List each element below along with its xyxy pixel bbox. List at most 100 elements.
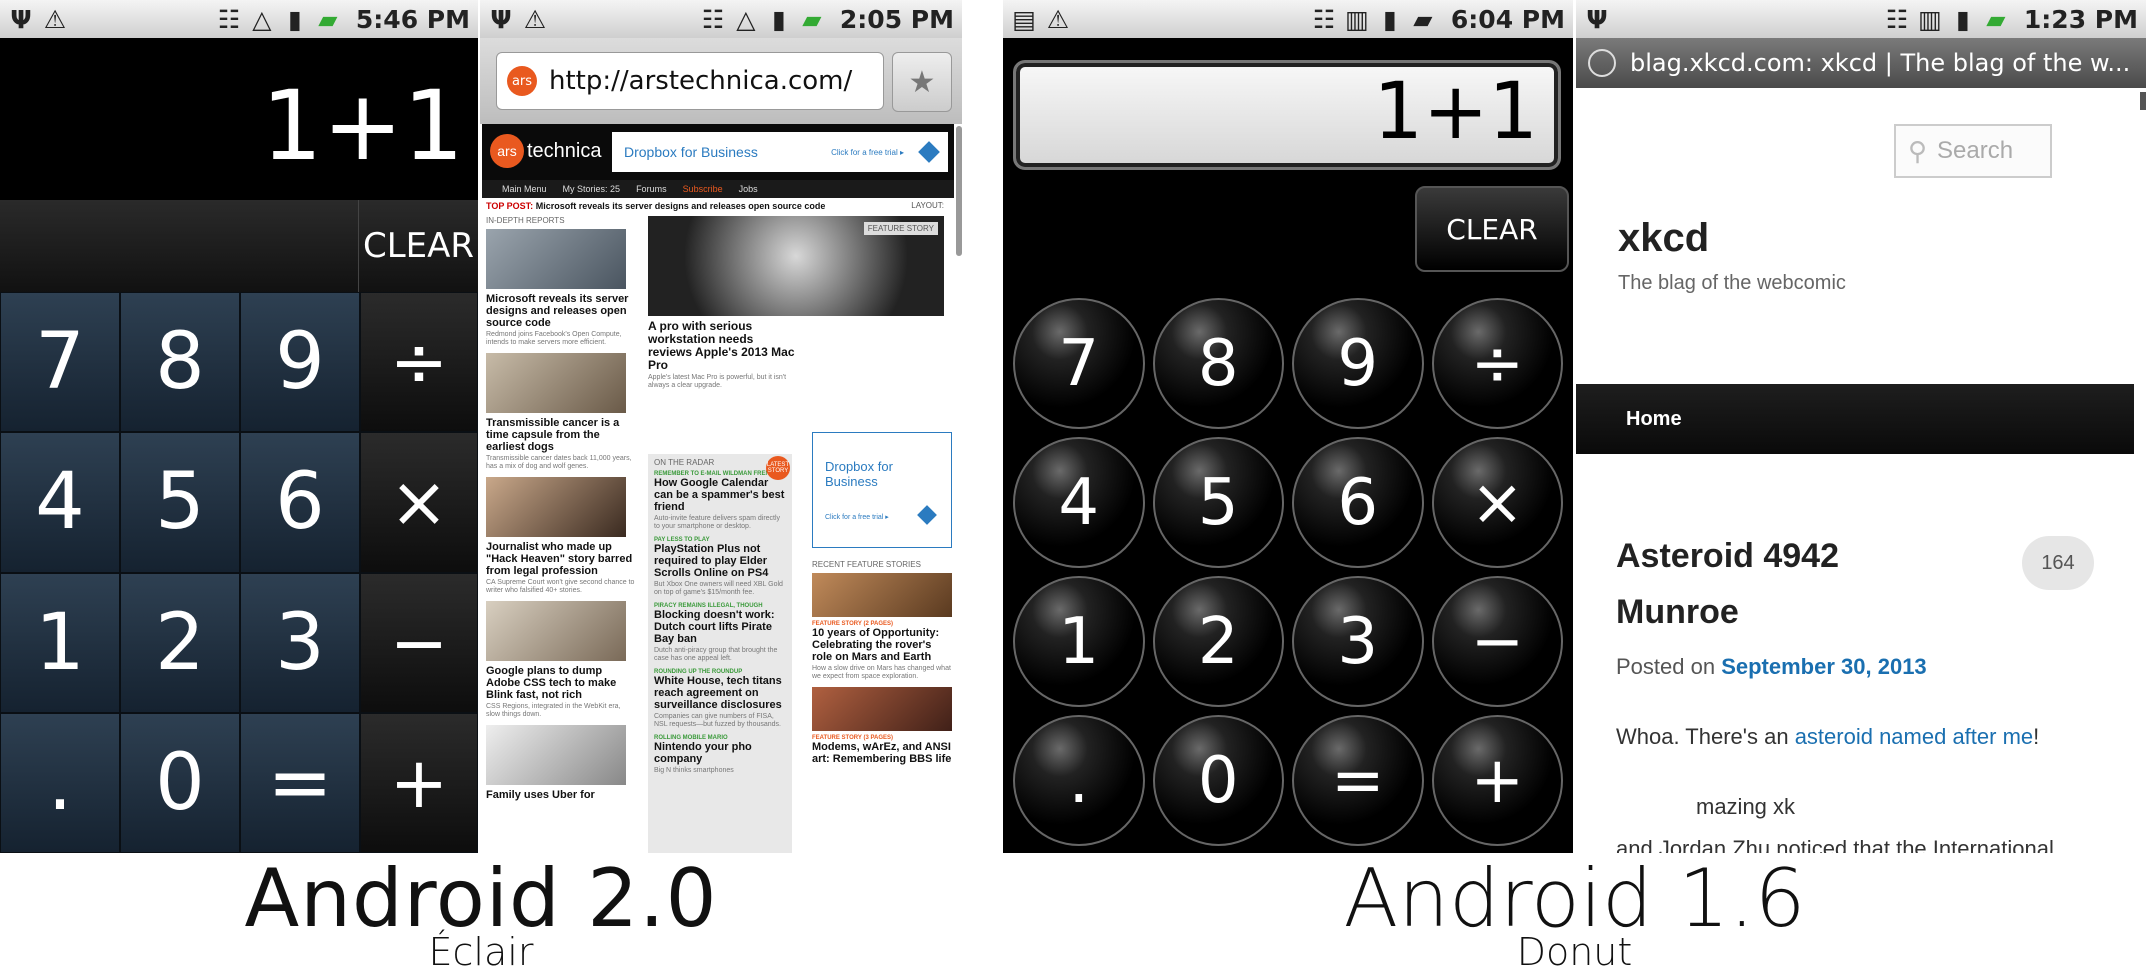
key-minus[interactable]: − bbox=[360, 572, 478, 713]
list-item[interactable]: ROLLING MOBILE MARIO Nintendo your pho c… bbox=[654, 735, 786, 775]
key-1[interactable]: 1 bbox=[1013, 576, 1145, 707]
network-icon: △ bbox=[736, 4, 756, 34]
status-bar: Ψ ⚠ ☷ △ ▮ ▰ 2:05 PM bbox=[480, 0, 962, 38]
key-5[interactable]: 5 bbox=[1152, 437, 1284, 568]
asteroid-link[interactable]: asteroid named after me bbox=[1795, 724, 2033, 749]
key-plus[interactable]: + bbox=[360, 712, 478, 853]
nav-jobs[interactable]: Jobs bbox=[739, 184, 758, 194]
key-1[interactable]: 1 bbox=[0, 572, 120, 713]
posted-on-label: Posted on bbox=[1616, 654, 1716, 679]
site-tagline: The blag of the webcomic bbox=[1618, 272, 1846, 294]
scrollbar[interactable] bbox=[2140, 92, 2146, 110]
key-4[interactable]: 4 bbox=[0, 432, 120, 573]
key-multiply[interactable]: × bbox=[360, 432, 478, 573]
list-item[interactable]: FEATURE STORY (3 PAGES) Modems, wArEz, a… bbox=[812, 687, 952, 765]
key-5[interactable]: 5 bbox=[120, 432, 240, 573]
top-post[interactable]: TOP POST: Microsoft reveals its server d… bbox=[486, 201, 825, 211]
recent-label: RECENT FEATURE STORIES bbox=[812, 560, 921, 569]
search-input[interactable]: ⚲ Search bbox=[1894, 124, 2052, 178]
title-bar[interactable]: blag.xkcd.com: xkcd | The blag of the w.… bbox=[1576, 38, 2146, 88]
sync-icon: ☷ bbox=[1312, 4, 1336, 34]
key-9[interactable]: 9 bbox=[1292, 298, 1424, 429]
sidebar-ad[interactable]: Dropbox for Business Click for a free tr… bbox=[812, 432, 952, 548]
nav-subscribe[interactable]: Subscribe bbox=[683, 184, 723, 194]
ars-logo[interactable]: ars technica bbox=[490, 134, 602, 168]
key-divide[interactable]: ÷ bbox=[360, 292, 478, 433]
article-thumbnail bbox=[486, 477, 626, 537]
banner-ad[interactable]: Dropbox for Business Click for a free tr… bbox=[612, 132, 948, 172]
status-time: 2:05 PM bbox=[839, 4, 954, 34]
nav-forums[interactable]: Forums bbox=[636, 184, 667, 194]
on-the-radar: LATEST STORY ON THE RADAR REMEMBER TO E-… bbox=[648, 454, 792, 853]
feature-text[interactable]: A pro with serious workstation needs rev… bbox=[648, 320, 798, 390]
key-decimal[interactable]: . bbox=[1013, 715, 1145, 846]
warning-icon: ⚠ bbox=[1046, 4, 1070, 34]
nav-my-stories[interactable]: My Stories: 25 bbox=[563, 184, 621, 194]
network-icon: △ bbox=[252, 4, 272, 34]
web-page[interactable]: ars technica Dropbox for Business Click … bbox=[482, 124, 954, 853]
url-field[interactable]: ars http://arstechnica.com/ bbox=[496, 52, 884, 110]
sync-icon: ☷ bbox=[217, 4, 241, 34]
list-item[interactable]: Microsoft reveals its server designs and… bbox=[486, 229, 636, 347]
list-item[interactable]: ROUNDING UP THE ROUNDUP White House, tec… bbox=[654, 669, 786, 729]
key-9[interactable]: 9 bbox=[240, 292, 360, 433]
key-decimal[interactable]: . bbox=[0, 712, 120, 853]
ars-logo-orb: ars bbox=[490, 134, 524, 168]
web-page[interactable]: ⚲ Search xkcd The blag of the webcomic H… bbox=[1576, 88, 2146, 853]
comment-count-badge[interactable]: 164 bbox=[2022, 536, 2094, 590]
key-8[interactable]: 8 bbox=[120, 292, 240, 433]
list-item[interactable]: FEATURE STORY (2 PAGES) 10 years of Oppo… bbox=[812, 573, 952, 681]
clear-button[interactable]: CLEAR bbox=[358, 200, 478, 292]
list-item[interactable]: Journalist who made up "Hack Heaven" sto… bbox=[486, 477, 636, 595]
article-thumbnail bbox=[486, 601, 626, 661]
site-name[interactable]: xkcd bbox=[1618, 216, 1709, 261]
recent-thumbnail bbox=[812, 687, 952, 731]
list-item[interactable]: Family uses Uber for bbox=[486, 725, 636, 801]
warning-icon: ⚠ bbox=[43, 4, 67, 34]
key-2[interactable]: 2 bbox=[1152, 576, 1284, 707]
feature-image[interactable]: FEATURE STORY bbox=[648, 216, 944, 316]
scrollbar[interactable] bbox=[956, 126, 962, 256]
key-divide[interactable]: ÷ bbox=[1431, 298, 1563, 429]
key-6[interactable]: 6 bbox=[240, 432, 360, 573]
key-minus[interactable]: − bbox=[1431, 576, 1563, 707]
list-item[interactable]: Transmissible cancer is a time capsule f… bbox=[486, 353, 636, 471]
recent-title: Modems, wArEz, and ANSI art: Remembering… bbox=[812, 741, 952, 765]
list-item[interactable]: REMEMBER TO E-MAIL WILDMAN FRENCH How Go… bbox=[654, 471, 786, 531]
post-title[interactable]: Asteroid 4942 Munroe bbox=[1616, 528, 1946, 640]
top-post-title: Microsoft reveals its server designs and… bbox=[535, 201, 826, 211]
key-3[interactable]: 3 bbox=[1292, 576, 1424, 707]
key-7[interactable]: 7 bbox=[0, 292, 120, 433]
clear-button[interactable]: CLEAR bbox=[1415, 186, 1569, 272]
key-equals[interactable]: = bbox=[1292, 715, 1424, 846]
key-plus[interactable]: + bbox=[1431, 715, 1563, 846]
key-4[interactable]: 4 bbox=[1013, 437, 1145, 568]
key-0[interactable]: 0 bbox=[120, 712, 240, 853]
key-6[interactable]: 6 bbox=[1292, 437, 1424, 568]
radar-summary: Companies can give numbers of FISA, NSL … bbox=[654, 713, 781, 728]
nav-home[interactable]: Home bbox=[1626, 408, 1682, 431]
post-date-link[interactable]: September 30, 2013 bbox=[1721, 654, 1926, 679]
list-item[interactable]: PIRACY REMAINS ILLEGAL, THOUGH Blocking … bbox=[654, 603, 786, 663]
battery-charging-icon: ▰ bbox=[1413, 4, 1433, 34]
bookmark-button[interactable]: ★ bbox=[892, 52, 952, 112]
key-3[interactable]: 3 bbox=[240, 572, 360, 713]
key-8[interactable]: 8 bbox=[1152, 298, 1284, 429]
list-item[interactable]: PAY LESS TO PLAY PlayStation Plus not re… bbox=[654, 537, 786, 597]
recent-thumbnail bbox=[812, 573, 952, 617]
key-7[interactable]: 7 bbox=[1013, 298, 1145, 429]
recent-title: 10 years of Opportunity: Celebrating the… bbox=[812, 627, 940, 663]
recent-summary: How a slow drive on Mars has changed wha… bbox=[812, 665, 951, 680]
key-2[interactable]: 2 bbox=[120, 572, 240, 713]
sync-icon: ☷ bbox=[701, 4, 725, 34]
signal-icon: ▮ bbox=[1383, 4, 1397, 34]
signal-icon: ▮ bbox=[288, 4, 302, 34]
nav-main-menu[interactable]: Main Menu bbox=[502, 184, 547, 194]
donut-calculator-screen: ▤ ⚠ ☷ ▥ ▮ ▰ 6:04 PM 1+1 CLEAR 7 8 9 ÷ 4 … bbox=[1003, 0, 1573, 853]
key-equals[interactable]: = bbox=[240, 712, 360, 853]
key-multiply[interactable]: × bbox=[1431, 437, 1563, 568]
article-summary: Transmissible cancer dates back 11,000 y… bbox=[486, 455, 632, 470]
key-0[interactable]: 0 bbox=[1152, 715, 1284, 846]
list-item[interactable]: Google plans to dump Adobe CSS tech to m… bbox=[486, 601, 636, 719]
url-text: http://arstechnica.com/ bbox=[549, 66, 853, 96]
